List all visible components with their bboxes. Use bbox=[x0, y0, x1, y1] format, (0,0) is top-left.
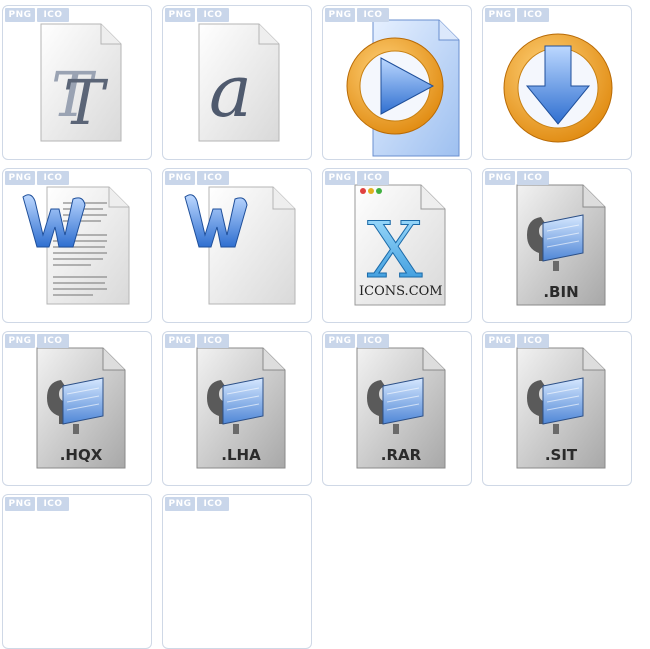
png-badge[interactable]: PNG bbox=[485, 171, 515, 185]
ico-badge[interactable]: ICO bbox=[357, 8, 389, 22]
format-badges: PNG ICO bbox=[485, 334, 549, 348]
icon-tile[interactable]: PNG ICO a bbox=[162, 5, 312, 160]
ico-badge[interactable]: ICO bbox=[37, 334, 69, 348]
ico-badge[interactable]: ICO bbox=[197, 334, 229, 348]
icon-tile[interactable]: PNG ICO T T bbox=[2, 5, 152, 160]
word-blank-document-icon bbox=[163, 169, 311, 322]
ico-badge[interactable]: ICO bbox=[357, 334, 389, 348]
rar-label: .RAR bbox=[381, 446, 422, 464]
ico-badge[interactable]: ICO bbox=[197, 171, 229, 185]
ico-badge[interactable]: ICO bbox=[37, 8, 69, 22]
format-badges: PNG ICO bbox=[165, 8, 229, 22]
png-badge[interactable]: PNG bbox=[485, 334, 515, 348]
format-badges: PNG ICO bbox=[5, 8, 69, 22]
svg-text:X: X bbox=[367, 206, 423, 296]
archive-bin-icon: .BIN bbox=[483, 169, 631, 322]
png-badge[interactable]: PNG bbox=[165, 171, 195, 185]
format-badges: PNG ICO bbox=[485, 171, 549, 185]
png-badge[interactable]: PNG bbox=[5, 334, 35, 348]
ico-badge[interactable]: ICO bbox=[197, 497, 229, 511]
archive-hqx-icon: .HQX bbox=[3, 332, 151, 485]
icon-tile[interactable]: PNG ICO .SIT bbox=[482, 331, 632, 486]
format-badges: PNG ICO bbox=[165, 171, 229, 185]
ico-badge[interactable]: ICO bbox=[37, 497, 69, 511]
format-badges: PNG ICO bbox=[485, 8, 549, 22]
hqx-label: .HQX bbox=[60, 446, 103, 464]
png-badge[interactable]: PNG bbox=[325, 334, 355, 348]
icon-tile[interactable]: PNG ICO bbox=[2, 168, 152, 323]
icon-tile[interactable]: PNG ICO .HQX bbox=[2, 331, 152, 486]
icon-grid: PNG ICO T T PNG ICO a PNG ICO PNG ICO PN… bbox=[0, 0, 650, 649]
format-badges: PNG ICO bbox=[5, 497, 69, 511]
ico-badge[interactable]: ICO bbox=[517, 8, 549, 22]
word-text-document-icon bbox=[3, 169, 151, 322]
icon-tile[interactable]: PNG ICO bbox=[2, 494, 152, 649]
icon-tile[interactable]: PNG ICO X ICONS.COM bbox=[322, 168, 472, 323]
png-badge[interactable]: PNG bbox=[165, 8, 195, 22]
ico-badge[interactable]: ICO bbox=[517, 334, 549, 348]
format-badges: PNG ICO bbox=[165, 497, 229, 511]
format-badges: PNG ICO bbox=[5, 171, 69, 185]
icons-com-label: ICONS.COM bbox=[359, 284, 443, 299]
download-arrow-icon bbox=[483, 6, 631, 159]
archive-sit-icon: .SIT bbox=[483, 332, 631, 485]
ico-badge[interactable]: ICO bbox=[197, 8, 229, 22]
png-badge[interactable]: PNG bbox=[325, 8, 355, 22]
png-badge[interactable]: PNG bbox=[165, 334, 195, 348]
png-badge[interactable]: PNG bbox=[485, 8, 515, 22]
icon-tile[interactable]: PNG ICO bbox=[162, 168, 312, 323]
png-badge[interactable]: PNG bbox=[5, 8, 35, 22]
icon-tile[interactable]: PNG ICO .BIN bbox=[482, 168, 632, 323]
font-italic-document-icon: a bbox=[163, 6, 311, 159]
icon-tile[interactable]: PNG ICO bbox=[162, 494, 312, 649]
svg-text:a: a bbox=[209, 49, 252, 133]
icon-tile[interactable]: PNG ICO bbox=[322, 5, 472, 160]
archive-rar-icon: .RAR bbox=[323, 332, 471, 485]
svg-text:T: T bbox=[63, 66, 109, 139]
ico-badge[interactable]: ICO bbox=[517, 171, 549, 185]
ico-badge[interactable]: ICO bbox=[37, 171, 69, 185]
ico-badge[interactable]: ICO bbox=[357, 171, 389, 185]
sit-label: .SIT bbox=[545, 446, 578, 464]
bin-label: .BIN bbox=[543, 283, 578, 301]
icon-tile[interactable]: PNG ICO .LHA bbox=[162, 331, 312, 486]
png-badge[interactable]: PNG bbox=[5, 171, 35, 185]
font-document-icon: T T bbox=[3, 6, 151, 159]
media-play-document-icon bbox=[323, 6, 471, 159]
format-badges: PNG ICO bbox=[325, 8, 389, 22]
archive-lha-icon: .LHA bbox=[163, 332, 311, 485]
lha-label: .LHA bbox=[221, 446, 261, 464]
format-badges: PNG ICO bbox=[165, 334, 229, 348]
icon-tile[interactable]: PNG ICO bbox=[482, 5, 632, 160]
format-badges: PNG ICO bbox=[325, 171, 389, 185]
format-badges: PNG ICO bbox=[325, 334, 389, 348]
icon-tile[interactable]: PNG ICO .RAR bbox=[322, 331, 472, 486]
png-badge[interactable]: PNG bbox=[325, 171, 355, 185]
png-badge[interactable]: PNG bbox=[165, 497, 195, 511]
x-document-icon: X ICONS.COM bbox=[323, 169, 471, 322]
format-badges: PNG ICO bbox=[5, 334, 69, 348]
png-badge[interactable]: PNG bbox=[5, 497, 35, 511]
